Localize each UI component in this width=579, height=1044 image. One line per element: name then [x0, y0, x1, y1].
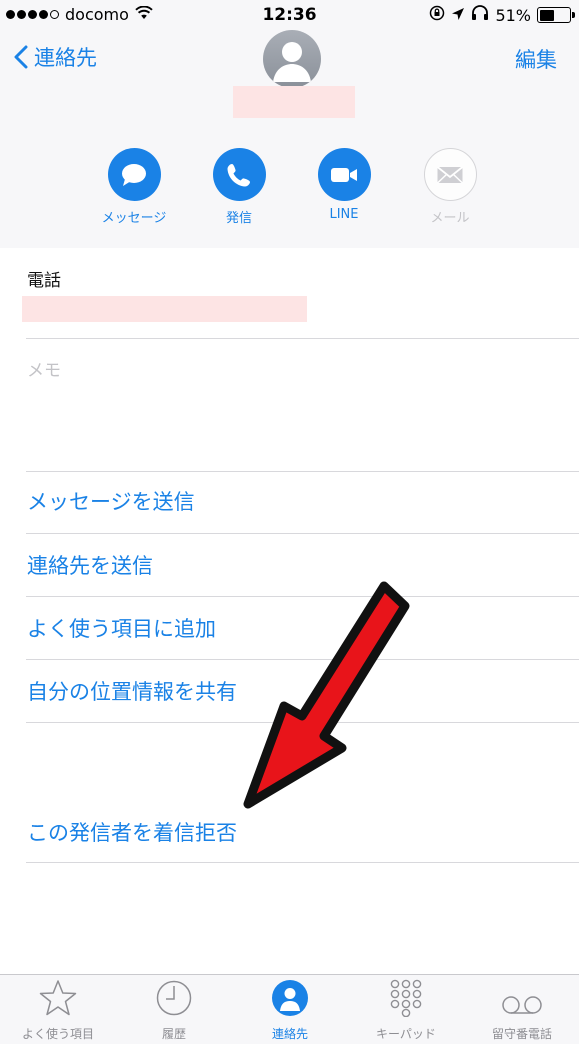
- battery-percent: 51%: [495, 5, 531, 25]
- red-arrow-annotation: [240, 572, 410, 822]
- line-action-button[interactable]: LINE: [294, 148, 394, 222]
- phone-icon: [212, 148, 266, 201]
- back-button[interactable]: 連絡先: [14, 42, 97, 72]
- mail-action-label: メール: [430, 211, 470, 226]
- share-my-location-link[interactable]: 自分の位置情報を共有: [27, 676, 237, 706]
- tab-history-label: 履歴: [161, 1027, 186, 1041]
- add-to-favorites-link[interactable]: よく使う項目に追加: [27, 613, 216, 643]
- voicemail-icon: [464, 975, 579, 1019]
- battery-icon: [537, 7, 575, 23]
- tab-contacts[interactable]: 連絡先: [232, 975, 348, 1044]
- tab-keypad-label: キーパッド: [376, 1027, 436, 1041]
- tab-voicemail-label: 留守番電話: [491, 1027, 552, 1041]
- orientation-lock-icon: [429, 5, 445, 25]
- line-action-label: LINE: [329, 207, 359, 222]
- divider: [26, 862, 579, 863]
- divider: [26, 533, 579, 534]
- phone-number-redacted[interactable]: [22, 296, 307, 322]
- message-bubble-icon: [107, 148, 161, 201]
- tab-history[interactable]: 履歴: [116, 975, 232, 1044]
- message-action-label: メッセージ: [101, 211, 167, 226]
- divider: [26, 471, 579, 472]
- back-button-label: 連絡先: [34, 46, 97, 70]
- location-arrow-icon: [451, 6, 465, 25]
- mail-icon: [423, 148, 477, 201]
- tab-favorites[interactable]: よく使う項目: [0, 975, 116, 1044]
- call-action-button[interactable]: 発信: [189, 148, 289, 226]
- message-action-button[interactable]: メッセージ: [84, 148, 184, 226]
- send-message-link[interactable]: メッセージを送信: [27, 486, 195, 516]
- tab-contacts-label: 連絡先: [271, 1027, 308, 1041]
- status-right: 51%: [429, 5, 575, 25]
- memo-field-label[interactable]: メモ: [27, 356, 61, 381]
- tab-bar: よく使う項目 履歴 連絡先 キーパッド 留守番電話: [0, 974, 579, 1044]
- video-camera-icon: [317, 148, 371, 201]
- edit-button[interactable]: 編集: [515, 44, 557, 74]
- clock-icon: [116, 975, 232, 1019]
- keypad-icon: [348, 975, 464, 1019]
- mail-action-button: メール: [400, 148, 500, 226]
- tab-keypad[interactable]: キーパッド: [348, 975, 464, 1044]
- star-icon: [0, 975, 116, 1019]
- contacts-person-icon: [232, 975, 348, 1019]
- call-action-label: 発信: [225, 211, 252, 226]
- phone-field-label: 電話: [27, 271, 61, 291]
- status-bar: docomo 12:36 51%: [0, 0, 579, 30]
- headphones-icon: [471, 5, 489, 25]
- chevron-left-icon: [14, 45, 28, 69]
- tab-favorites-label: よく使う項目: [21, 1027, 94, 1041]
- contact-actions: メッセージ 発信 LINE メール: [0, 148, 579, 238]
- contact-name-redacted: [233, 86, 355, 118]
- share-contact-link[interactable]: 連絡先を送信: [27, 550, 153, 580]
- tab-voicemail[interactable]: 留守番電話: [464, 975, 579, 1044]
- divider: [26, 338, 579, 339]
- block-caller-link[interactable]: この発信者を着信拒否: [27, 817, 237, 847]
- person-silhouette-icon: [273, 42, 311, 82]
- contact-avatar: [263, 30, 321, 88]
